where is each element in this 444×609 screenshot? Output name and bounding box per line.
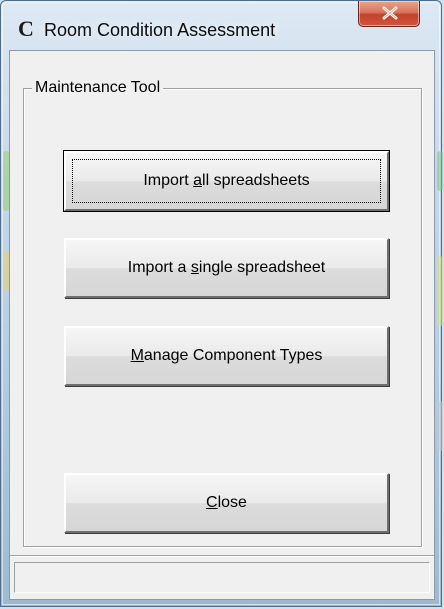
- status-panel: [14, 562, 430, 593]
- title-bar[interactable]: C Room Condition Assessment: [1, 1, 443, 41]
- import-single-spreadsheet-button[interactable]: Import a single spreadsheet: [64, 238, 389, 298]
- background-streak: [437, 401, 443, 451]
- manage-component-types-button[interactable]: Manage Component Types: [64, 326, 389, 386]
- window-close-button[interactable]: [358, 1, 420, 27]
- window-frame: C Room Condition Assessment Maintenance …: [0, 0, 443, 607]
- button-label: Import a single spreadsheet: [127, 259, 326, 276]
- import-all-spreadsheets-button[interactable]: Import all spreadsheets: [63, 150, 390, 212]
- button-label: Manage Component Types: [130, 347, 323, 364]
- button-label: Import all spreadsheets: [143, 172, 310, 189]
- status-bar: [10, 555, 434, 599]
- close-button[interactable]: Close: [64, 473, 389, 533]
- background-streak: [437, 151, 443, 191]
- app-c-icon: C: [18, 16, 34, 41]
- background-streak: [437, 256, 443, 326]
- close-x-icon: [382, 6, 398, 20]
- button-label: Close: [206, 494, 247, 511]
- window-title: Room Condition Assessment: [44, 20, 276, 40]
- dialog-client-area: Maintenance Tool Import all spreadsheets…: [9, 50, 435, 600]
- groupbox-title: Maintenance Tool: [32, 79, 164, 97]
